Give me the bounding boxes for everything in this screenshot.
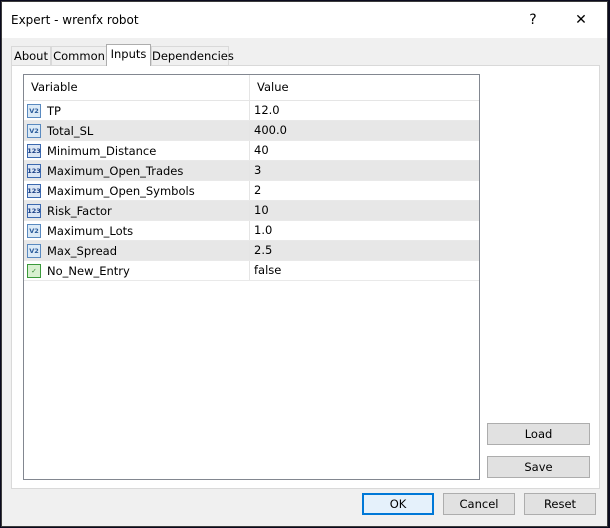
variable-cell[interactable]: ✓ No_New_Entry bbox=[24, 261, 250, 280]
table-row[interactable]: 123 Minimum_Distance 40 bbox=[24, 141, 479, 161]
value-cell[interactable]: 2 bbox=[250, 181, 479, 200]
table-row[interactable]: V2 Max_Spread 2.5 bbox=[24, 241, 479, 261]
table-row[interactable]: V2 TP 12.0 bbox=[24, 101, 479, 121]
variable-name: Total_SL bbox=[47, 123, 94, 138]
grid-header: Variable Value bbox=[24, 75, 479, 101]
table-row[interactable]: V2 Maximum_Lots 1.0 bbox=[24, 221, 479, 241]
variable-cell[interactable]: V2 Maximum_Lots bbox=[24, 221, 250, 240]
variable-name: TP bbox=[47, 103, 61, 118]
grid-rows: V2 TP 12.0 V2 Total_SL 400.0 123 Minimum_Distan… bbox=[24, 101, 479, 281]
value-cell[interactable]: 2.5 bbox=[250, 241, 479, 260]
save-button[interactable]: Save bbox=[487, 456, 590, 478]
variable-name: Maximum_Open_Symbols bbox=[47, 183, 195, 198]
value-cell[interactable]: 40 bbox=[250, 141, 479, 160]
title-bar[interactable]: Expert - wrenfx robot ? ✕ bbox=[2, 2, 607, 38]
value-cell[interactable]: 3 bbox=[250, 161, 479, 180]
table-row[interactable]: ✓ No_New_Entry false bbox=[24, 261, 479, 281]
header-variable[interactable]: Variable bbox=[24, 75, 250, 100]
value-cell[interactable]: false bbox=[250, 261, 479, 280]
integer-icon: 123 bbox=[27, 143, 41, 158]
cancel-button[interactable]: Cancel bbox=[443, 493, 515, 515]
help-button[interactable]: ? bbox=[511, 2, 555, 38]
reset-button[interactable]: Reset bbox=[524, 493, 596, 515]
value-cell[interactable]: 10 bbox=[250, 201, 479, 220]
expert-dialog: Expert - wrenfx robot ? ✕ About Common I… bbox=[1, 1, 608, 527]
integer-icon: 123 bbox=[27, 163, 41, 178]
integer-icon: 123 bbox=[27, 183, 41, 198]
variable-name: No_New_Entry bbox=[47, 263, 130, 278]
variable-cell[interactable]: 123 Maximum_Open_Trades bbox=[24, 161, 250, 180]
header-value[interactable]: Value bbox=[250, 75, 479, 100]
variable-name: Minimum_Distance bbox=[47, 143, 157, 158]
variable-cell[interactable]: V2 Total_SL bbox=[24, 121, 250, 140]
variable-name: Maximum_Open_Trades bbox=[47, 163, 184, 178]
tab-inputs[interactable]: Inputs bbox=[106, 44, 151, 66]
table-row[interactable]: 123 Maximum_Open_Symbols 2 bbox=[24, 181, 479, 201]
variable-name: Maximum_Lots bbox=[47, 223, 134, 238]
bool-icon: ✓ bbox=[27, 263, 41, 278]
variable-name: Risk_Factor bbox=[47, 203, 112, 218]
value-cell[interactable]: 400.0 bbox=[250, 121, 479, 140]
double-icon: V2 bbox=[27, 123, 41, 138]
variable-cell[interactable]: 123 Maximum_Open_Symbols bbox=[24, 181, 250, 200]
table-row[interactable]: V2 Total_SL 400.0 bbox=[24, 121, 479, 141]
variable-cell[interactable]: V2 TP bbox=[24, 101, 250, 120]
variable-cell[interactable]: 123 Risk_Factor bbox=[24, 201, 250, 220]
integer-icon: 123 bbox=[27, 203, 41, 218]
double-icon: V2 bbox=[27, 103, 41, 118]
load-button[interactable]: Load bbox=[487, 423, 590, 445]
double-icon: V2 bbox=[27, 243, 41, 258]
variable-name: Max_Spread bbox=[47, 243, 118, 258]
tab-dependencies[interactable]: Dependencies bbox=[151, 46, 234, 65]
variable-cell[interactable]: 123 Minimum_Distance bbox=[24, 141, 250, 160]
value-cell[interactable]: 1.0 bbox=[250, 221, 479, 240]
double-icon: V2 bbox=[27, 223, 41, 238]
close-button[interactable]: ✕ bbox=[559, 2, 603, 38]
window-title: Expert - wrenfx robot bbox=[11, 13, 139, 27]
ok-button[interactable]: OK bbox=[362, 493, 434, 515]
tab-about[interactable]: About bbox=[11, 46, 51, 65]
inputs-panel: Variable Value V2 TP 12.0 V2 Total_SL 400.0 12… bbox=[11, 65, 600, 489]
inputs-grid: Variable Value V2 TP 12.0 V2 Total_SL 400.0 12… bbox=[23, 74, 480, 480]
tab-common[interactable]: Common bbox=[51, 46, 107, 65]
variable-cell[interactable]: V2 Max_Spread bbox=[24, 241, 250, 260]
value-cell[interactable]: 12.0 bbox=[250, 101, 479, 120]
table-row[interactable]: 123 Maximum_Open_Trades 3 bbox=[24, 161, 479, 181]
table-row[interactable]: 123 Risk_Factor 10 bbox=[24, 201, 479, 221]
